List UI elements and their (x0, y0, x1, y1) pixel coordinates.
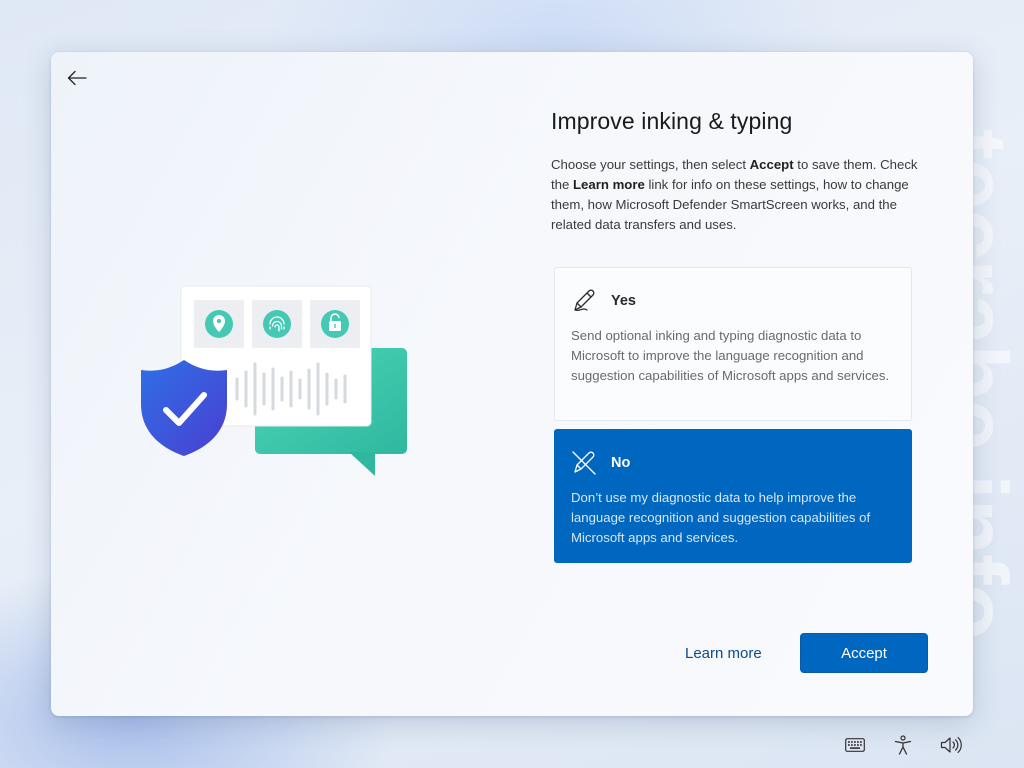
padlock-icon (310, 300, 360, 348)
description-accept-word: Accept (749, 157, 794, 172)
option-yes-header: Yes (571, 288, 895, 314)
accept-button[interactable]: Accept (800, 633, 928, 673)
content-panel: Improve inking & typing Choose your sett… (551, 108, 931, 235)
shield-check-icon (141, 360, 227, 456)
pen-icon (574, 289, 595, 312)
back-arrow-icon (67, 70, 87, 86)
option-yes-description: Send optional inking and typing diagnost… (571, 328, 890, 383)
system-tray (843, 733, 963, 757)
location-icon (194, 300, 244, 348)
option-no-label: No (611, 455, 631, 471)
accessibility-icon (894, 735, 912, 755)
oobe-dialog: Improve inking & typing Choose your sett… (51, 52, 973, 716)
option-no[interactable]: No Don’t use my diagnostic data to help … (554, 429, 912, 563)
option-yes-label: Yes (611, 293, 636, 309)
page-title: Improve inking & typing (551, 108, 793, 134)
learn-more-link[interactable]: Learn more (685, 645, 762, 662)
volume-button[interactable] (939, 733, 963, 757)
keyboard-button[interactable] (843, 733, 867, 757)
keyboard-icon (845, 738, 865, 752)
pen-off-icon (572, 451, 596, 475)
option-no-description: Don’t use my diagnostic data to help imp… (571, 490, 871, 545)
back-button[interactable] (63, 64, 91, 92)
page-description: Choose your settings, then select Accept… (551, 155, 931, 235)
description-learn-more-word: Learn more (573, 177, 645, 192)
accessibility-button[interactable] (891, 733, 915, 757)
privacy-illustration (141, 285, 407, 476)
option-yes[interactable]: Yes Send optional inking and typing diag… (554, 267, 912, 421)
volume-icon (940, 737, 962, 753)
description-text-1: Choose your settings, then select (551, 157, 750, 172)
option-no-header: No (571, 450, 895, 476)
fingerprint-icon (252, 300, 302, 348)
